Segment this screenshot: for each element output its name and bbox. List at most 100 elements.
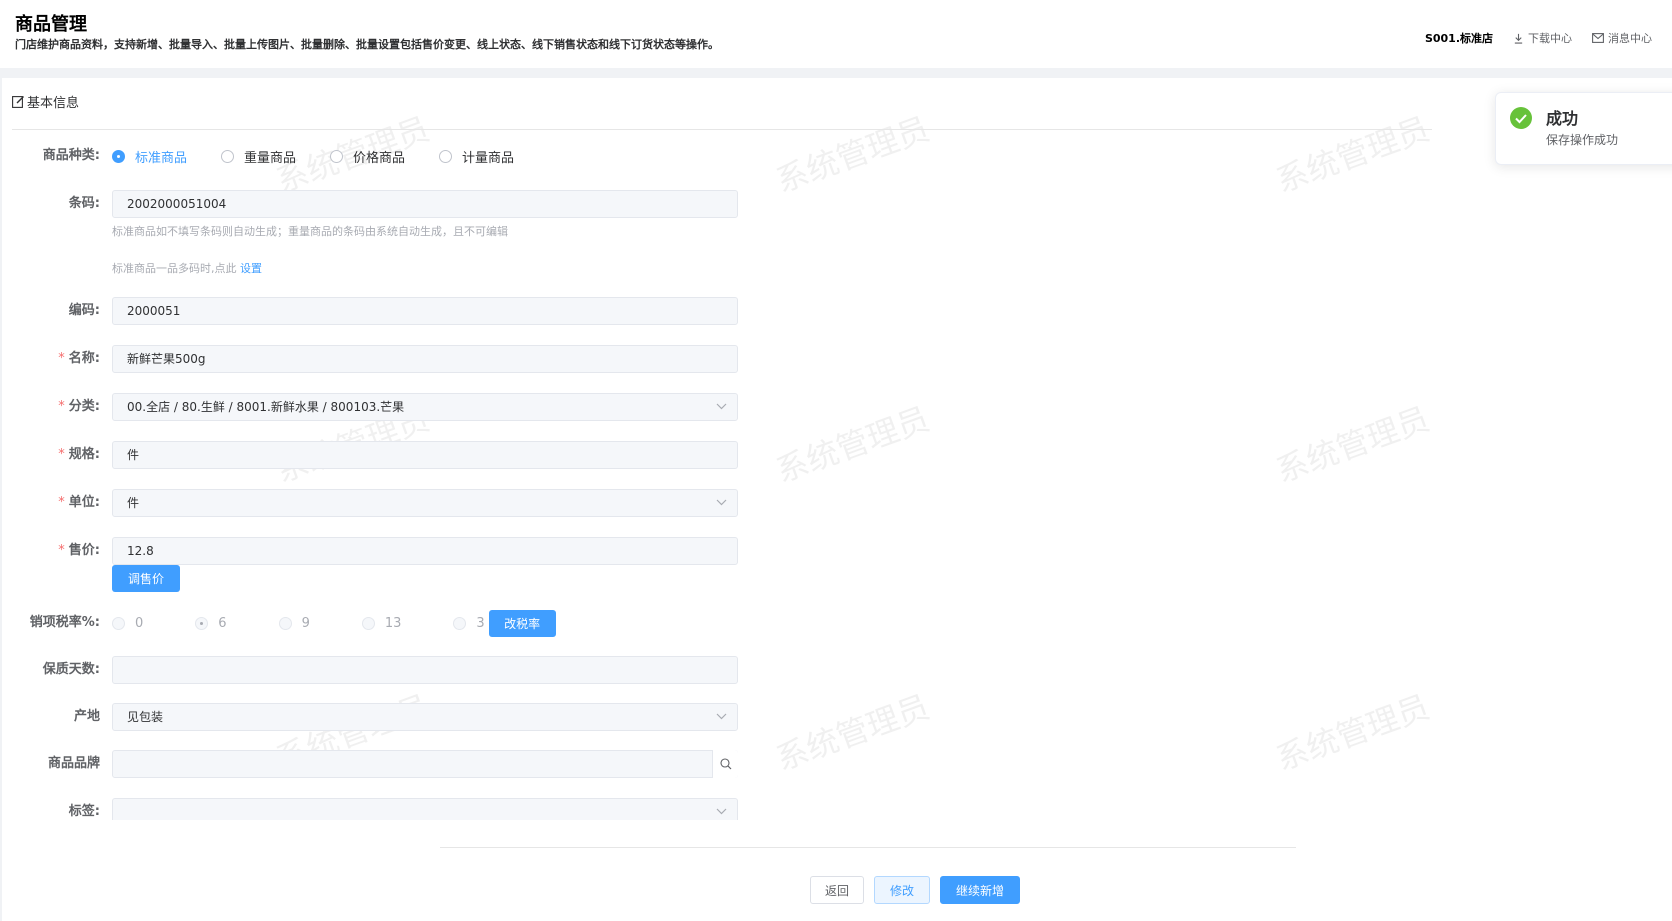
watermark: 系统管理员: [771, 687, 935, 779]
type-option-label: 标准商品: [135, 150, 188, 166]
type-option-label: 价格商品: [353, 150, 406, 166]
category-label-text: 分类:: [68, 399, 100, 414]
tags-label: 标签:: [68, 804, 100, 819]
price-input[interactable]: 12.8: [112, 537, 738, 565]
tax-radio-6[interactable]: 6: [195, 615, 227, 631]
message-center-link[interactable]: 消息中心: [1592, 30, 1652, 46]
chevron-down-icon: [716, 808, 727, 815]
form-row-name: * 名称: 新鲜芒果500g: [2, 345, 762, 373]
form-row-tax: 销项税率%: 0 6 9 13 3 改税率: [2, 608, 762, 638]
category-select[interactable]: 00.全店 / 80.生鲜 / 8001.新鲜水果 / 800103.芒果: [112, 393, 738, 421]
tax-radio-9[interactable]: 9: [278, 615, 310, 631]
mail-icon: [1592, 33, 1604, 43]
chevron-down-icon: [716, 499, 727, 506]
back-button[interactable]: 返回: [810, 876, 864, 904]
tags-select[interactable]: [112, 798, 738, 820]
message-center-label: 消息中心: [1608, 32, 1652, 45]
category-label: * 分类:: [2, 393, 100, 421]
form-row-price: * 售价: 12.8 调售价: [2, 537, 762, 601]
radio-dot: [278, 616, 292, 630]
multi-barcode-settings-link[interactable]: 设置: [240, 262, 262, 275]
form-row-category: * 分类: 00.全店 / 80.生鲜 / 8001.新鲜水果 / 800103.…: [2, 393, 762, 421]
form-row-barcode: 条码: 2002000051004 标准商品如不填写条码则自动生成；重量商品的条…: [2, 190, 762, 280]
code-label: 编码:: [68, 303, 100, 318]
type-radio-measure[interactable]: 计量商品: [439, 147, 514, 166]
required-mark: *: [58, 543, 65, 558]
radio-dot: [195, 616, 209, 630]
page-title: 商品管理: [15, 14, 87, 35]
section-divider: [12, 129, 1432, 130]
radio-dot: [112, 149, 125, 163]
footer-divider: [440, 847, 1296, 848]
unit-label: * 单位:: [2, 489, 100, 517]
download-center-link[interactable]: 下载中心: [1513, 30, 1572, 46]
tax-option-label: 6: [218, 615, 227, 631]
store-name[interactable]: S001.标准店: [1425, 30, 1493, 46]
type-radio-price[interactable]: 价格商品: [330, 147, 405, 166]
tax-radio-3[interactable]: 3: [453, 615, 485, 631]
brand-input[interactable]: [112, 750, 738, 778]
name-input[interactable]: 新鲜芒果500g: [112, 345, 738, 373]
tax-label: 销项税率%:: [29, 615, 100, 630]
section-title: 基本信息: [12, 92, 79, 111]
form-row-type: 商品种类: 标准商品 重量商品 价格商品 计量商品: [2, 142, 762, 170]
required-mark: *: [58, 399, 65, 414]
download-center-label: 下载中心: [1528, 32, 1572, 45]
required-mark: *: [58, 447, 65, 462]
continue-add-button[interactable]: 继续新增: [940, 876, 1020, 904]
section-title-text: 基本信息: [27, 96, 80, 111]
form-row-code: 编码: 2000051: [2, 297, 762, 325]
origin-select[interactable]: 见包装: [112, 703, 738, 731]
brand-search-button[interactable]: [712, 750, 738, 778]
brand-label: 商品品牌: [47, 756, 100, 771]
shelf-life-input[interactable]: [112, 656, 738, 684]
footer-actions: 返回 修改 继续新增: [810, 876, 1020, 904]
spec-label: * 规格:: [2, 441, 100, 469]
success-notification: 成功 保存操作成功: [1495, 92, 1672, 165]
name-label-text: 名称:: [68, 351, 100, 366]
price-label: * 售价:: [2, 537, 100, 565]
code-input[interactable]: 2000051: [112, 297, 738, 325]
form-row-shelf-life: 保质天数:: [2, 656, 762, 684]
watermark: 系统管理员: [771, 109, 935, 201]
category-value: 00.全店 / 80.生鲜 / 8001.新鲜水果 / 800103.芒果: [127, 400, 405, 414]
type-option-label: 重量商品: [244, 150, 297, 166]
multi-barcode-hint: 标准商品一品多码时,点此 设置: [112, 260, 262, 276]
radio-dot: [439, 149, 453, 163]
type-radio-standard[interactable]: 标准商品: [112, 147, 187, 166]
header-toolbar: S001.标准店 下载中心 消息中心: [1425, 30, 1652, 46]
radio-dot: [221, 149, 235, 163]
multi-barcode-hint-text: 标准商品一品多码时,点此: [112, 262, 237, 275]
watermark: 系统管理员: [1271, 687, 1435, 779]
unit-label-text: 单位:: [68, 495, 100, 510]
radio-dot: [112, 616, 125, 630]
watermark: 系统管理员: [771, 399, 935, 491]
content-card: 系统管理员 系统管理员 系统管理员 系统管理员 系统管理员 系统管理员 系统管理…: [2, 78, 1672, 921]
price-label-text: 售价:: [68, 543, 100, 558]
form-row-origin: 产地 见包装: [2, 703, 762, 731]
change-tax-button[interactable]: 改税率: [488, 609, 556, 637]
barcode-input[interactable]: 2002000051004: [112, 190, 738, 218]
tax-option-label: 3: [476, 615, 485, 631]
unit-select[interactable]: 件: [112, 489, 738, 517]
spec-input[interactable]: 件: [112, 441, 738, 469]
tax-radio-0[interactable]: 0: [112, 616, 143, 631]
page-description: 门店维护商品资料，支持新增、批量导入、批量上传图片、批量删除、批量设置包括售价变…: [15, 38, 719, 51]
form-row-tags: 标签:: [2, 798, 762, 820]
edit-button[interactable]: 修改: [874, 876, 930, 904]
barcode-label: 条码:: [68, 196, 100, 211]
form-row-spec: * 规格: 件: [2, 441, 762, 469]
adjust-price-button[interactable]: 调售价: [112, 565, 180, 592]
type-label: 商品种类:: [42, 148, 100, 163]
page-header: 商品管理 门店维护商品资料，支持新增、批量导入、批量上传图片、批量删除、批量设置…: [0, 0, 1672, 68]
radio-dot: [361, 616, 375, 630]
required-mark: *: [58, 495, 65, 510]
tax-radio-13[interactable]: 13: [361, 616, 401, 631]
tax-option-label: 9: [301, 615, 310, 631]
type-option-label: 计量商品: [462, 150, 515, 166]
chevron-down-icon: [716, 713, 727, 720]
type-radio-weight[interactable]: 重量商品: [221, 147, 296, 166]
notification-message: 保存操作成功: [1546, 133, 1619, 147]
unit-value: 件: [127, 496, 140, 510]
tax-radio-group: 0 6 9 13 3 改税率: [112, 608, 556, 638]
